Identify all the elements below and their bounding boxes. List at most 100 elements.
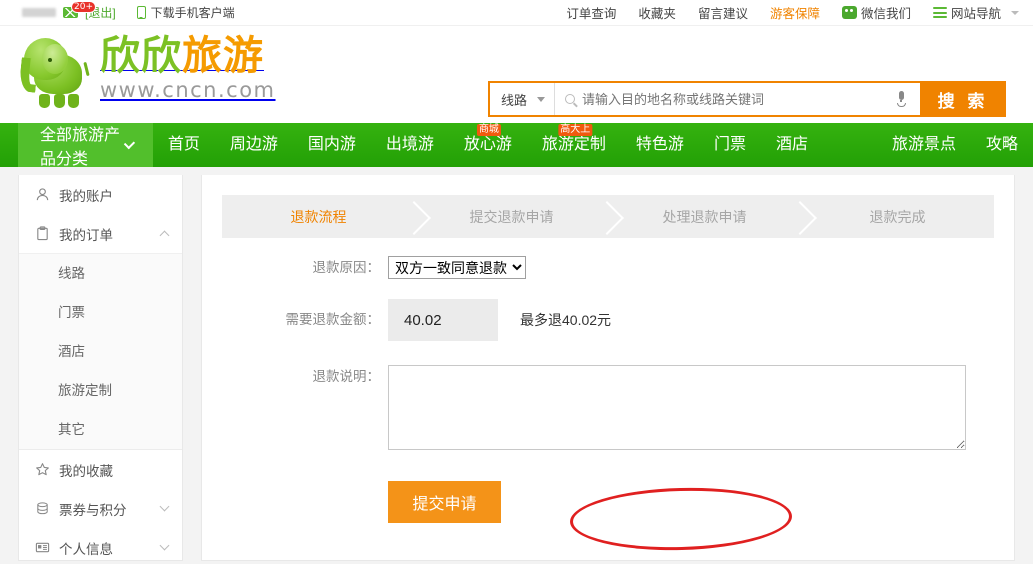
refund-amount-input[interactable]: [388, 299, 498, 341]
sidebar-item-orders-tickets[interactable]: 门票: [19, 293, 182, 332]
top-right-group: 订单查询 收藏夹 留言建议 游客保障 微信我们 网站导航: [566, 3, 1033, 22]
nav-item-outbound[interactable]: 出境游: [371, 123, 449, 167]
chevron-down-icon: [160, 541, 170, 551]
nav-item-home[interactable]: 首页: [153, 123, 215, 167]
top-link-feedback[interactable]: 留言建议: [698, 3, 748, 22]
reason-label: 退款原因：: [202, 256, 388, 280]
sidebar-label: 个人信息: [59, 538, 113, 558]
microphone-icon[interactable]: [894, 91, 908, 107]
hamburger-icon: [933, 7, 947, 18]
sidebar-item-my-favorites[interactable]: 我的收藏: [19, 450, 182, 489]
sidebar-item-my-orders[interactable]: 我的订单: [19, 214, 182, 253]
nav-label: 酒店: [776, 136, 808, 153]
clipboard-icon: [35, 226, 50, 241]
description-label: 退款说明：: [202, 365, 388, 387]
search-box: 线路: [488, 81, 920, 117]
nav-item-tickets[interactable]: 门票: [699, 123, 761, 167]
step-refund-complete: 退款完成: [801, 195, 994, 238]
user-icon: [35, 187, 50, 202]
mobile-phone-icon: [137, 6, 146, 19]
submit-request-button[interactable]: 提交申请: [388, 481, 501, 523]
account-sidebar: 我的账户 我的订单 线路 门票 酒店 旅游定制 其它 我的收藏: [18, 175, 183, 561]
nav-item-attractions[interactable]: 旅游景点: [877, 123, 971, 167]
refund-form: 退款原因： 双方一致同意退款 需要退款金额： 最多退40.02元 退款说明：: [202, 238, 1014, 523]
top-link-order-query[interactable]: 订单查询: [566, 3, 616, 22]
nav-item-custom-tour[interactable]: 高大上 旅游定制: [527, 123, 621, 167]
sidebar-submenu-orders: 线路 门票 酒店 旅游定制 其它: [19, 253, 182, 450]
logo-wordmark: 欣欣旅游 www.cncn.com: [100, 36, 276, 110]
username-redacted: [22, 8, 56, 17]
nav-item-hotels[interactable]: 酒店: [761, 123, 823, 167]
nav-label: 旅游定制: [542, 136, 606, 153]
search-row: 线路 搜 索: [488, 81, 1006, 117]
field-row-reason: 退款原因： 双方一致同意退款: [202, 256, 1014, 280]
elephant-logo-icon: [18, 32, 96, 110]
sidebar-item-orders-routes[interactable]: 线路: [19, 254, 182, 293]
sidebar-item-coupons-points[interactable]: 票券与积分: [19, 489, 182, 528]
nav-item-around[interactable]: 周边游: [215, 123, 293, 167]
coins-icon: [35, 501, 50, 516]
step-label: 处理退款申请: [663, 207, 747, 227]
wechat-link[interactable]: 微信我们: [842, 3, 911, 22]
download-client-label: 下载手机客户端: [151, 4, 235, 21]
nav-label: 首页: [168, 136, 200, 153]
sidebar-item-orders-other[interactable]: 其它: [19, 410, 182, 449]
nav-item-specialty[interactable]: 特色游: [621, 123, 699, 167]
description-control: [388, 365, 966, 455]
step-label: 退款流程: [291, 207, 347, 227]
download-client-link[interactable]: 下载手机客户端: [137, 4, 235, 21]
nav-label: 放心游: [464, 136, 512, 153]
wechat-icon: [842, 6, 857, 19]
nav-label: 门票: [714, 136, 746, 153]
star-icon: [35, 462, 50, 477]
primary-nav: 全部旅游产品分类 首页 周边游 国内游 出境游 商城 放心游 高大上 旅游定制 …: [0, 123, 1033, 167]
all-categories-label: 全部旅游产品分类: [40, 121, 126, 169]
sidebar-item-orders-custom[interactable]: 旅游定制: [19, 371, 182, 410]
refund-steps: 退款流程 提交退款申请 处理退款申请 退款完成: [222, 195, 994, 238]
site-logo[interactable]: 欣欣旅游 www.cncn.com: [18, 32, 276, 110]
field-row-description: 退款说明：: [202, 365, 1014, 455]
primary-nav-items: 首页 周边游 国内游 出境游 商城 放心游 高大上 旅游定制 特色游 门票 酒店…: [153, 123, 1033, 167]
field-row-amount: 需要退款金额： 最多退40.02元: [202, 299, 1014, 341]
step-process-request: 处理退款申请: [608, 195, 801, 238]
top-link-traveler-guarantee[interactable]: 游客保障: [770, 3, 820, 22]
nav-label: 国内游: [308, 136, 356, 153]
sidebar-item-orders-hotels[interactable]: 酒店: [19, 332, 182, 371]
nav-badge-premium: 高大上: [558, 124, 592, 136]
nav-badge-mall: 商城: [477, 124, 501, 136]
amount-label: 需要退款金额：: [202, 299, 388, 341]
nav-label: 周边游: [230, 136, 278, 153]
sidebar-item-personal-info[interactable]: 个人信息: [19, 528, 182, 564]
top-utility-bar: 20+ [退出] 下载手机客户端 订单查询 收藏夹 留言建议 游客保障 微信我们…: [0, 0, 1033, 26]
wechat-label: 微信我们: [861, 3, 911, 22]
sidebar-item-my-account[interactable]: 我的账户: [19, 175, 182, 214]
nav-item-guides[interactable]: 攻略: [971, 123, 1033, 167]
id-card-icon: [35, 540, 50, 555]
nav-label: 攻略: [986, 136, 1018, 153]
nav-label: 旅游景点: [892, 136, 956, 153]
search-input[interactable]: [582, 92, 894, 107]
nav-item-worryfree[interactable]: 商城 放心游: [449, 123, 527, 167]
refund-description-textarea[interactable]: [388, 365, 966, 450]
top-link-favorites[interactable]: 收藏夹: [638, 3, 676, 22]
nav-item-domestic[interactable]: 国内游: [293, 123, 371, 167]
search-category-label: 线路: [501, 90, 527, 109]
site-nav-link[interactable]: 网站导航: [933, 3, 1019, 22]
search-button[interactable]: 搜 索: [920, 81, 1006, 117]
messages-link[interactable]: 20+: [63, 7, 78, 18]
site-nav-label: 网站导航: [951, 3, 1001, 22]
refund-reason-select[interactable]: 双方一致同意退款: [388, 256, 526, 279]
sidebar-label: 票券与积分: [59, 499, 127, 519]
nav-label: 出境游: [386, 136, 434, 153]
all-categories-button[interactable]: 全部旅游产品分类: [18, 123, 153, 167]
chevron-up-icon: [160, 231, 170, 241]
search-icon: [565, 94, 575, 104]
step-label: 提交退款申请: [470, 207, 554, 227]
chevron-down-icon: [537, 97, 545, 102]
logo-text-green: 欣欣: [100, 33, 182, 79]
step-submit-request: 提交退款申请: [415, 195, 608, 238]
search-category-selector[interactable]: 线路: [490, 83, 555, 115]
logo-text-orange: 旅游: [182, 33, 264, 79]
reason-control: 双方一致同意退款: [388, 256, 526, 279]
site-header: 欣欣旅游 www.cncn.com 线路 搜 索 厦门 三亚 上海 云南 普吉岛: [0, 26, 1033, 123]
